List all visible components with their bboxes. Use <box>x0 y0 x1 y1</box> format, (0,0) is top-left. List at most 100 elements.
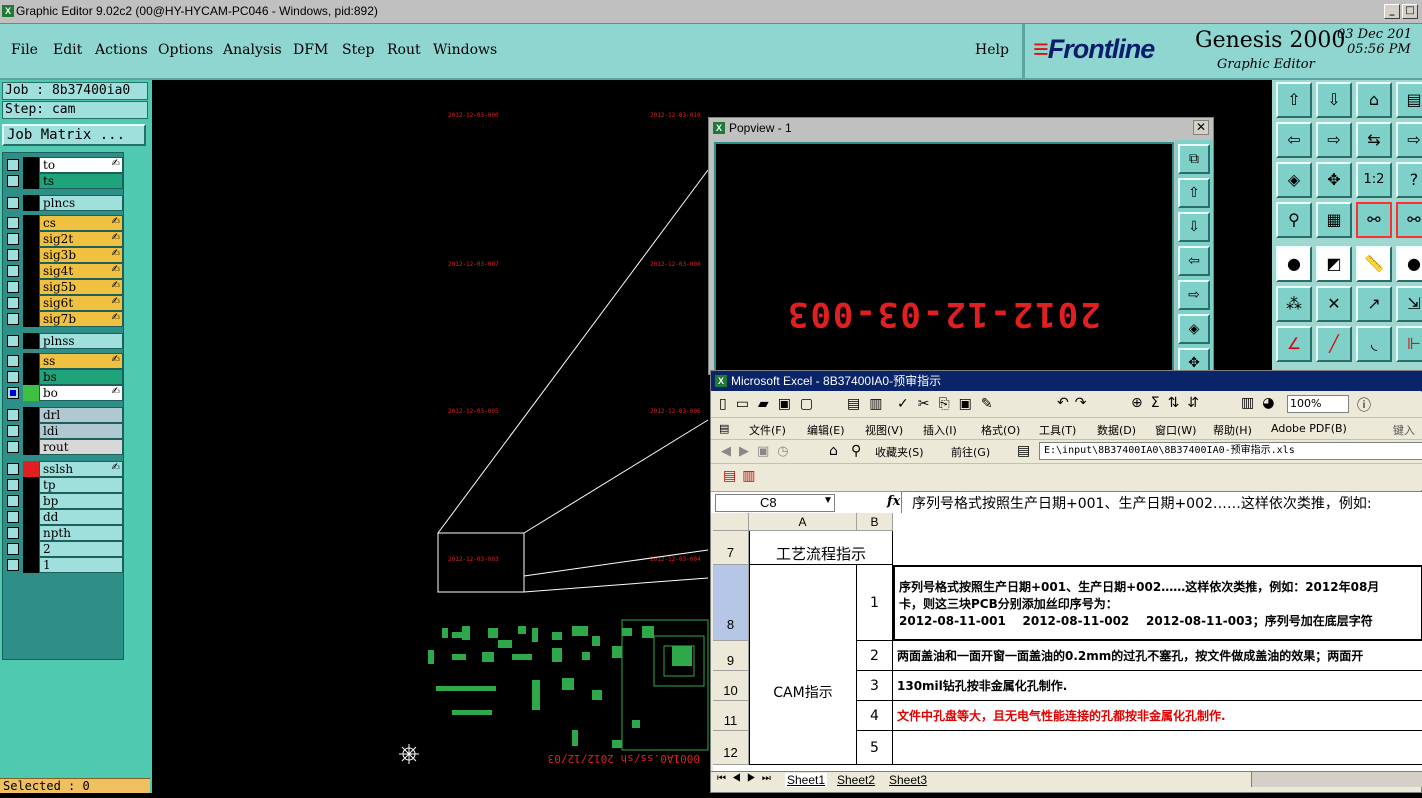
layer-row-bs[interactable]: bs <box>5 369 123 385</box>
draw-line-icon[interactable]: ╱ <box>1316 326 1352 362</box>
layer-row-to[interactable]: to ✍ <box>5 157 123 173</box>
toolbar-file-icons[interactable]: ▯▭▰▣▢ <box>719 396 822 412</box>
layer-checkbox[interactable] <box>7 527 19 539</box>
goto-menu[interactable]: 前往(G) <box>951 444 990 460</box>
snap-icon[interactable]: ⚯ <box>1356 202 1392 238</box>
excel-menu-file[interactable]: 文件(F) <box>749 422 786 438</box>
layer-color-swatch[interactable] <box>23 157 39 173</box>
horizontal-scrollbar[interactable] <box>1251 772 1422 787</box>
layer-color-swatch[interactable] <box>23 173 39 189</box>
layer-row-sslsh[interactable]: sslsh ✍ <box>5 461 123 477</box>
menu-actions[interactable]: Actions <box>95 42 148 58</box>
query-icon[interactable]: ? <box>1396 162 1422 198</box>
zoom-select[interactable]: 100% <box>1287 395 1349 413</box>
popview-down-icon[interactable]: ⇩ <box>1178 212 1210 242</box>
menu-rout[interactable]: Rout <box>387 42 421 58</box>
cell-c11[interactable]: 文件中孔盘等大，且无电气性能连接的孔都按非金属化孔制作. <box>893 701 1422 731</box>
popview-fit-icon[interactable]: ◈ <box>1178 314 1210 344</box>
layer-color-swatch[interactable] <box>23 279 39 295</box>
job-matrix-button[interactable]: Job Matrix ... <box>2 124 146 146</box>
layer-row-ldi[interactable]: ldi <box>5 423 123 439</box>
excel-menu-window[interactable]: 窗口(W) <box>1155 422 1196 438</box>
layer-color-swatch[interactable] <box>23 385 39 401</box>
layer-name[interactable]: ts <box>39 173 123 189</box>
menu-edit[interactable]: Edit <box>53 42 82 58</box>
layer-checkbox[interactable] <box>7 441 19 453</box>
cell-b11[interactable]: 4 <box>857 701 893 731</box>
excel-menu-insert[interactable]: 插入(I) <box>923 422 957 438</box>
layer-row-sig3b[interactable]: sig3b ✍ <box>5 247 123 263</box>
layer-color-swatch[interactable] <box>23 477 39 493</box>
help-icon[interactable]: ⓘ <box>1357 395 1371 415</box>
menu-windows[interactable]: Windows <box>433 42 497 58</box>
maximize-button[interactable]: □ <box>1402 4 1418 19</box>
layer-color-swatch[interactable] <box>23 557 39 573</box>
cell-c10[interactable]: 130mil钻孔按非金属化孔制作. <box>893 671 1422 701</box>
layer-color-swatch[interactable] <box>23 439 39 455</box>
layer-row-sig5b[interactable]: sig5b ✍ <box>5 279 123 295</box>
layer-name[interactable]: sig7b ✍ <box>39 311 123 327</box>
layer-name[interactable]: bo ✍ <box>39 385 123 401</box>
sheet-tab-3[interactable]: Sheet3 <box>889 773 927 787</box>
excel-menu-data[interactable]: 数据(D) <box>1097 422 1136 438</box>
cell-b12[interactable]: 5 <box>857 731 893 765</box>
layer-name[interactable]: 1 <box>39 557 123 573</box>
layer-checkbox[interactable] <box>7 313 19 325</box>
menu-step[interactable]: Step <box>342 42 374 58</box>
connect-icon[interactable]: ⁂ <box>1276 286 1312 322</box>
layer-checkbox[interactable] <box>7 511 19 523</box>
zoom-down-icon[interactable]: ⇩ <box>1316 82 1352 118</box>
cell-c8[interactable]: 序列号格式按照生产日期+001、生产日期+002……这样依次类推，例如：2012… <box>893 565 1422 641</box>
layer-color-swatch[interactable] <box>23 353 39 369</box>
zoom-1to1-icon[interactable]: 1:2 <box>1356 162 1392 198</box>
layer-checkbox[interactable] <box>7 495 19 507</box>
layer-checkbox[interactable] <box>7 355 19 367</box>
layer-name[interactable]: to ✍ <box>39 157 123 173</box>
layer-checkbox[interactable] <box>7 559 19 571</box>
layer-row-ss[interactable]: ss ✍ <box>5 353 123 369</box>
cell-a7[interactable]: 工艺流程指示 <box>749 531 893 565</box>
layer-color-swatch[interactable] <box>23 295 39 311</box>
fx-icon[interactable]: fx <box>887 494 900 509</box>
sheet-tab-2[interactable]: Sheet2 <box>837 773 875 787</box>
layer-row-plnss[interactable]: plnss <box>5 333 123 349</box>
minimize-button[interactable]: _ <box>1384 4 1400 19</box>
align-icon[interactable]: ⇲ <box>1396 286 1422 322</box>
column-header-b[interactable]: B <box>857 513 893 531</box>
layer-name[interactable]: dd <box>39 509 123 525</box>
popview-screen[interactable]: 2012-12-03-003 <box>714 142 1174 374</box>
layer-color-swatch[interactable] <box>23 263 39 279</box>
excel-menu-tools[interactable]: 工具(T) <box>1039 422 1076 438</box>
layer-color-swatch[interactable] <box>23 493 39 509</box>
cell-c9[interactable]: 两面盖油和一面开窗一面盖油的0.2mm的过孔不塞孔，按文件做成盖油的效果；两面开 <box>893 641 1422 671</box>
layer-name[interactable]: plnss <box>39 333 123 349</box>
layer-name[interactable]: tp <box>39 477 123 493</box>
corner-cell[interactable] <box>713 513 749 531</box>
layer-name[interactable]: drl <box>39 407 123 423</box>
layer-name[interactable]: ss ✍ <box>39 353 123 369</box>
dot-icon[interactable]: ● <box>1396 246 1422 282</box>
arc-icon[interactable]: ◟ <box>1356 326 1392 362</box>
layer-checkbox[interactable] <box>7 217 19 229</box>
fork-icon[interactable]: ⊩ <box>1396 326 1422 362</box>
swap-icon[interactable]: ⇆ <box>1356 122 1392 158</box>
zoom-fit-icon[interactable]: ◈ <box>1276 162 1312 198</box>
cell-a8-cam[interactable]: CAM指示 <box>749 565 857 765</box>
layer-name[interactable]: sig6t ✍ <box>39 295 123 311</box>
layer-color-swatch[interactable] <box>23 407 39 423</box>
name-box[interactable]: C8 <box>715 494 835 512</box>
layer-color-swatch[interactable] <box>23 231 39 247</box>
layer-color-swatch[interactable] <box>23 195 39 211</box>
layer-name[interactable]: 2 <box>39 541 123 557</box>
cell-b8[interactable]: 1 <box>857 565 893 641</box>
layer-checkbox[interactable] <box>7 387 19 399</box>
snap2-icon[interactable]: ⚯ <box>1396 202 1422 238</box>
popview-up-icon[interactable]: ⇧ <box>1178 178 1210 208</box>
zoom-center-icon[interactable]: ✥ <box>1316 162 1352 198</box>
pdf-convert-icons[interactable]: ▤▥ <box>723 468 761 484</box>
layer-name[interactable]: sig5b ✍ <box>39 279 123 295</box>
layer-name[interactable]: cs ✍ <box>39 215 123 231</box>
popview-close-button[interactable]: ✕ <box>1193 120 1209 135</box>
layer-checkbox[interactable] <box>7 371 19 383</box>
web-home-icon[interactable]: ⌂ <box>829 443 838 459</box>
